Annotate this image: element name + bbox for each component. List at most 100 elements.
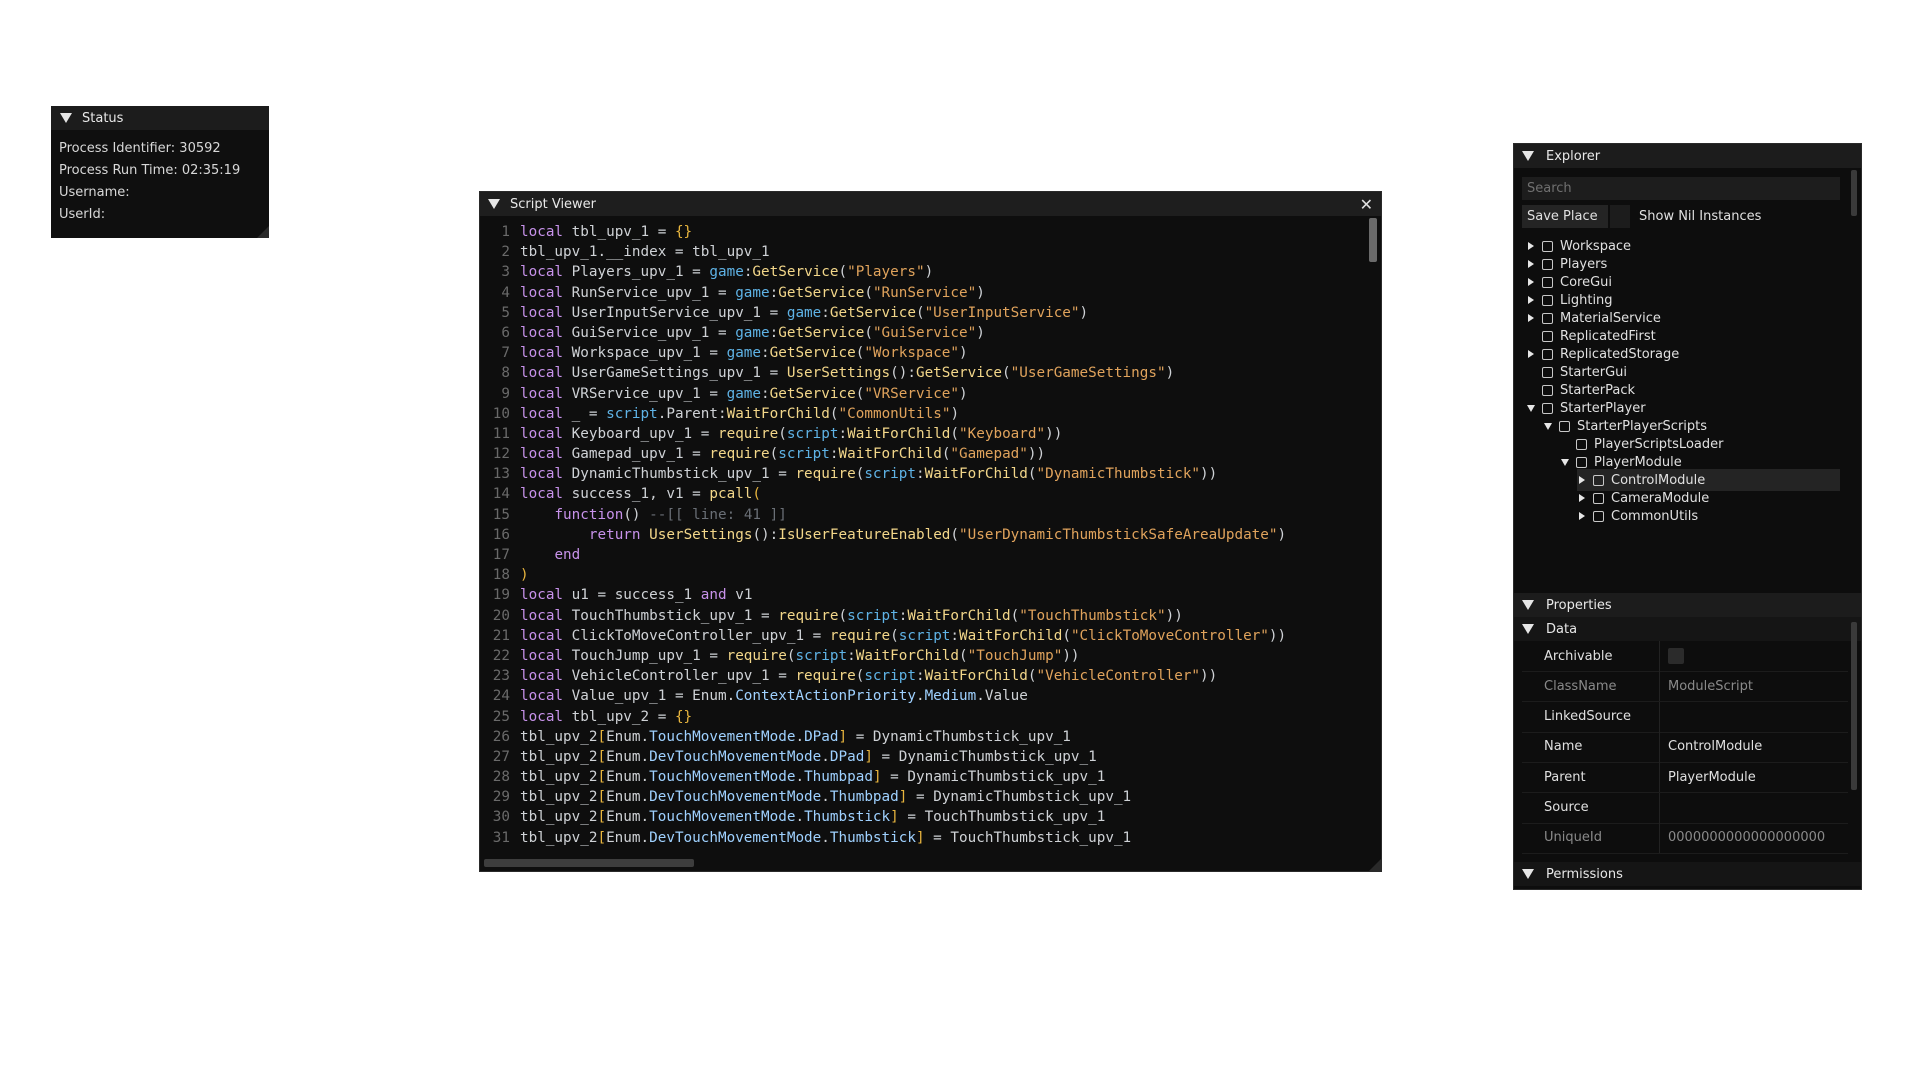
code-text: local tbl_upv_1 = {} (520, 224, 693, 240)
property-key: ClassName (1522, 671, 1660, 702)
code-line: 15 function() --[[ line: 41 ]] (480, 505, 1370, 525)
collapse-triangle-icon[interactable] (488, 199, 500, 209)
collapse-triangle-icon[interactable] (1522, 600, 1534, 610)
module-script-icon (1576, 456, 1587, 468)
line-number: 10 (492, 405, 510, 422)
explorer-titlebar[interactable]: Explorer (1514, 144, 1861, 168)
archivable-checkbox[interactable] (1660, 648, 1684, 664)
code-text: return UserSettings():IsUserFeatureEnabl… (588, 526, 1287, 543)
property-value[interactable]: PlayerModule (1660, 770, 1756, 785)
property-key: UniqueId (1522, 822, 1660, 853)
line-number: 2 (501, 244, 510, 261)
tree-item-label: ReplicatedFirst (1560, 328, 1656, 344)
close-icon[interactable]: ✕ (1360, 195, 1373, 214)
properties-scrollbar[interactable] (1851, 622, 1857, 790)
property-row-archivable[interactable]: Archivable (1522, 641, 1848, 672)
collapsed-arrow-icon[interactable] (1526, 296, 1536, 304)
collapsed-arrow-icon[interactable] (1526, 278, 1536, 286)
code-line: 1 local tbl_upv_1 = {} (480, 222, 1370, 242)
property-row-source[interactable]: Source (1522, 792, 1848, 824)
horizontal-scrollbar[interactable] (484, 859, 694, 867)
collapsed-arrow-icon[interactable] (1577, 512, 1587, 520)
code-text: local VRService_upv_1 = game:GetService(… (520, 385, 968, 402)
line-number: 31 (492, 829, 510, 846)
properties-titlebar[interactable]: Properties (1514, 593, 1861, 617)
material-icon (1542, 312, 1553, 324)
expanded-arrow-icon[interactable] (1543, 422, 1553, 430)
resize-grip-icon[interactable] (1369, 859, 1381, 871)
code-text: tbl_upv_2[Enum.TouchMovementMode.Thumbst… (520, 809, 1106, 826)
tree-item-commonutils[interactable]: CommonUtils (1577, 505, 1698, 527)
expanded-arrow-icon[interactable] (1526, 404, 1536, 412)
status-titlebar[interactable]: Status (51, 106, 269, 130)
line-number: 4 (501, 284, 510, 301)
property-row-linkedsource[interactable]: LinkedSource (1522, 701, 1848, 733)
expanded-arrow-icon[interactable] (1560, 458, 1570, 466)
code-text: tbl_upv_2[Enum.TouchMovementMode.Thumbpa… (520, 769, 1106, 786)
line-number: 23 (492, 668, 510, 685)
save-place-button[interactable]: Save Place (1522, 205, 1608, 228)
code-line: 27 tbl_upv_2[Enum.DevTouchMovementMode.DP… (480, 747, 1370, 767)
code-line: 18) (480, 565, 1370, 585)
script-viewer-titlebar[interactable]: Script Viewer ✕ (480, 192, 1381, 216)
data-section-header[interactable]: Data (1514, 617, 1861, 641)
collapsed-arrow-icon[interactable] (1526, 260, 1536, 268)
collapse-triangle-icon[interactable] (1522, 869, 1534, 879)
property-value[interactable]: ModuleScript (1660, 679, 1753, 694)
property-row-name[interactable]: Name ControlModule (1522, 731, 1848, 763)
replicated-first-icon (1542, 330, 1553, 342)
code-text: local VehicleController_upv_1 = require(… (520, 668, 1218, 685)
code-text: local tbl_upv_2 = {} (520, 708, 693, 725)
collapsed-arrow-icon[interactable] (1577, 494, 1587, 502)
explorer-scrollbar[interactable] (1851, 170, 1857, 216)
code-text: local Value_upv_1 = Enum.ContextActionPr… (520, 688, 1028, 705)
code-line: 5 local UserInputService_upv_1 = game:Get… (480, 303, 1370, 323)
collapse-triangle-icon[interactable] (1522, 151, 1534, 161)
collapse-triangle-icon[interactable] (1522, 624, 1534, 634)
explorer-title: Explorer (1546, 148, 1601, 164)
line-number: 1 (501, 224, 510, 240)
code-line: 12 local Gamepad_upv_1 = require(script:W… (480, 444, 1370, 464)
property-row-uniqueid[interactable]: UniqueId 0000000000000000000 (1522, 822, 1848, 854)
collapsed-arrow-icon[interactable] (1526, 350, 1536, 358)
line-number: 8 (501, 365, 510, 382)
collapsed-arrow-icon[interactable] (1526, 314, 1536, 322)
property-value[interactable]: 0000000000000000000 (1660, 830, 1825, 845)
property-row-classname[interactable]: ClassName ModuleScript (1522, 671, 1848, 703)
code-area[interactable]: 1 local tbl_upv_1 = {} 2 tbl_upv_1.__index … (480, 222, 1370, 850)
script-viewer-window: Script Viewer ✕ 1 local tbl_upv_1 = {} 2 tb… (479, 191, 1382, 872)
code-line: 8 local UserGameSettings_upv_1 = UserSett… (480, 363, 1370, 383)
code-text: local Workspace_upv_1 = game:GetService(… (520, 345, 968, 362)
property-value[interactable]: ControlModule (1660, 739, 1762, 754)
code-line: 24 local Value_upv_1 = Enum.ContextAction… (480, 686, 1370, 706)
checkbox-icon[interactable] (1668, 648, 1684, 664)
code-text: tbl_upv_2[Enum.TouchMovementMode.DPad] =… (520, 728, 1071, 745)
code-line: 19 local u1 = success_1 and v1 (480, 585, 1370, 605)
line-number: 16 (492, 526, 510, 543)
resize-grip-icon[interactable] (257, 226, 269, 238)
property-key: Name (1522, 731, 1660, 762)
code-line: 4 local RunService_upv_1 = game:GetServic… (480, 283, 1370, 303)
players-icon (1542, 258, 1553, 270)
collapsed-arrow-icon[interactable] (1577, 476, 1587, 484)
code-text: local ClickToMoveController_upv_1 = requ… (520, 627, 1287, 644)
code-text: end (554, 547, 581, 563)
globe-icon (1542, 240, 1553, 252)
coregui-icon (1542, 276, 1553, 288)
code-text: local UserGameSettings_upv_1 = UserSetti… (520, 365, 1175, 382)
search-input[interactable]: Search (1522, 177, 1840, 200)
collapsed-arrow-icon[interactable] (1526, 242, 1536, 250)
property-row-parent[interactable]: Parent PlayerModule (1522, 762, 1848, 794)
collapse-triangle-icon[interactable] (60, 113, 72, 123)
show-nil-instances-checkbox[interactable] (1610, 205, 1630, 228)
tree-item-label: StarterGui (1560, 364, 1628, 380)
code-text: local Players_upv_1 = game:GetService("P… (520, 264, 934, 281)
permissions-section-header[interactable]: Permissions (1514, 862, 1861, 886)
vertical-scrollbar[interactable] (1369, 218, 1377, 262)
code-line: 3 local Players_upv_1 = game:GetService("… (480, 262, 1370, 282)
code-line: 26 tbl_upv_2[Enum.TouchMovementMode.DPad]… (480, 727, 1370, 747)
module-script-icon (1593, 474, 1604, 486)
line-number: 19 (492, 587, 510, 604)
status-title: Status (82, 110, 124, 126)
code-text: local success_1, v1 = pcall( (520, 486, 762, 503)
